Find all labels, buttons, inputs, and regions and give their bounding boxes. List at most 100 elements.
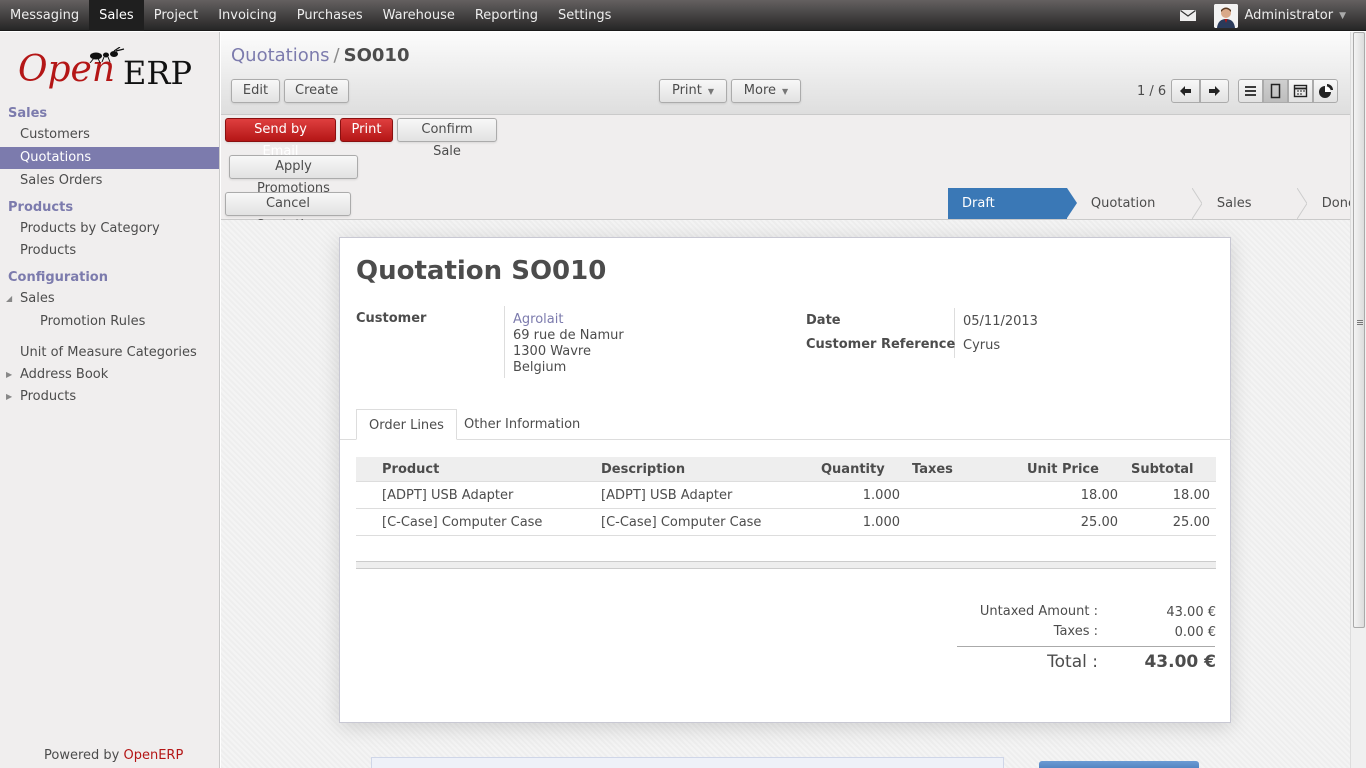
mail-icon[interactable] [1180,10,1197,21]
page-title: Quotation SO010 [356,256,607,286]
sidebar-item-customers[interactable]: Customers [0,124,219,146]
chevron-down-icon: ▼ [707,87,715,96]
edit-button[interactable]: Edit [231,79,280,103]
collapsed-arrow-icon: ▶ [6,370,13,379]
form-icon [1270,83,1281,99]
sidebar-item-label: Address Book [20,367,109,382]
more-dropdown[interactable]: More ▼ [731,79,801,103]
chevron-down-icon: ▼ [782,87,789,96]
menu-purchases[interactable]: Purchases [287,0,373,31]
apply-promotions-button[interactable]: Apply Promotions [229,155,358,196]
column-description[interactable]: Description [601,462,685,477]
sidebar-item-label: Products [20,389,77,404]
powered-by: Powered by OpenERP [44,748,183,763]
sidebar-item-address-book[interactable]: ▶ Address Book [0,364,219,386]
powered-by-link[interactable]: OpenERP [123,748,183,763]
chevron-down-icon[interactable]: ▼ [1339,11,1346,21]
breadcrumb-separator: / [333,45,340,66]
column-subtotal[interactable]: Subtotal [1131,462,1194,477]
user-area: Administrator ▼ [1180,0,1346,31]
send-by-email-button[interactable]: Send by Email [225,118,336,159]
breadcrumb-quotations[interactable]: Quotations [231,45,330,66]
scrollbar-thumb[interactable] [1353,32,1365,628]
chatter-input[interactable] [371,757,1004,768]
sidebar-section-sales: Sales [8,106,48,121]
collapsed-arrow-icon: ▶ [6,392,13,401]
form-view-button[interactable] [1263,79,1288,103]
status-draft-quotation[interactable]: Draft Quotation [948,188,1077,242]
column-unit-price[interactable]: Unit Price [1027,462,1099,477]
taxes-label: Taxes : [1053,624,1098,639]
date-label: Date [806,313,841,328]
cell-quantity: 1.000 [862,488,900,503]
create-button[interactable]: Create [284,79,349,103]
menu-sales[interactable]: Sales [89,0,144,31]
confirm-sale-button[interactable]: Confirm Sale [397,118,497,159]
user-name[interactable]: Administrator [1244,8,1333,23]
table-row[interactable]: [ADPT] USB Adapter [ADPT] USB Adapter 1.… [356,482,1216,509]
menu-invoicing[interactable]: Invoicing [208,0,287,31]
page-scrollbar[interactable] [1350,32,1366,768]
menu-warehouse[interactable]: Warehouse [373,0,465,31]
menu-messaging[interactable]: Messaging [0,0,89,31]
chatter-button[interactable] [1039,761,1199,768]
column-quantity[interactable]: Quantity [821,462,885,477]
customer-address-line: 1300 Wavre [513,344,591,359]
totals-divider [957,646,1215,647]
arrow-left-icon [1180,86,1191,96]
status-quotation-sent[interactable]: Quotation Sent [1067,188,1202,242]
field-divider [504,306,505,378]
cell-subtotal: 25.00 [1172,515,1210,530]
top-menu: Messaging Sales Project Invoicing Purcha… [0,0,621,31]
menu-reporting[interactable]: Reporting [465,0,548,31]
grip-icon [1357,320,1363,321]
sidebar-item-promotion-rules[interactable]: Promotion Rules [0,311,219,333]
sidebar-item-sales-orders[interactable]: Sales Orders [0,170,219,192]
menu-project[interactable]: Project [144,0,208,31]
cell-subtotal: 18.00 [1172,488,1210,503]
form-sheet: Quotation SO010 Customer Agrolait 69 rue… [339,237,1232,723]
previous-record-button[interactable] [1171,79,1200,103]
sidebar-item-config-sales[interactable]: ◢ Sales [0,288,219,310]
cell-product: [C-Case] Computer Case [382,515,543,530]
customer-link[interactable]: Agrolait [513,312,563,327]
print-button[interactable]: Print [340,118,393,142]
sidebar-item-products[interactable]: Products [0,240,219,262]
logo-erp: ERP [123,54,192,92]
pager-value: 1 / 6 [1137,84,1167,99]
sidebar-item-config-products[interactable]: ▶ Products [0,386,219,408]
arrow-right-icon [1209,86,1220,96]
sidebar-item-uom-categories[interactable]: Unit of Measure Categories [0,342,219,364]
column-taxes[interactable]: Taxes [912,462,953,477]
cell-quantity: 1.000 [862,515,900,530]
cancel-quotation-button[interactable]: Cancel Quotation [225,192,351,233]
table-header: Product Description Quantity Taxes Unit … [356,457,1216,482]
form-content: Quotation SO010 Customer Agrolait 69 rue… [221,220,1350,768]
list-view-button[interactable] [1238,79,1263,103]
table-row[interactable]: [C-Case] Computer Case [C-Case] Computer… [356,509,1216,536]
expanded-arrow-icon: ◢ [6,294,13,303]
column-product[interactable]: Product [382,462,439,477]
sidebar-item-quotations[interactable]: Quotations [0,147,219,169]
order-lines-table: Product Description Quantity Taxes Unit … [356,457,1216,536]
view-header: Quotations / SO010 Edit Create Print ▼ More… [221,32,1350,115]
graph-view-button[interactable] [1313,79,1338,103]
cell-description: [C-Case] Computer Case [601,515,762,530]
tab-order-lines[interactable]: Order Lines [356,409,457,440]
powered-by-text: Powered by [44,748,124,763]
total-value: 43.00 € [1144,652,1216,672]
more-dropdown-label: More [743,83,777,98]
table-footer [356,561,1216,569]
print-dropdown[interactable]: Print ▼ [659,79,727,103]
avatar[interactable] [1214,3,1239,28]
status-sales-order[interactable]: Sales Order [1193,188,1307,242]
openerp-logo[interactable]: Open ERP [18,45,208,95]
tab-other-information[interactable]: Other Information [452,409,592,440]
date-value: 05/11/2013 [963,314,1038,329]
calendar-view-button[interactable] [1288,79,1313,103]
breadcrumb-current: SO010 [343,45,410,66]
menu-settings[interactable]: Settings [548,0,621,31]
next-record-button[interactable] [1200,79,1229,103]
cell-description: [ADPT] USB Adapter [601,488,733,503]
sidebar-item-products-by-category[interactable]: Products by Category [0,218,219,240]
